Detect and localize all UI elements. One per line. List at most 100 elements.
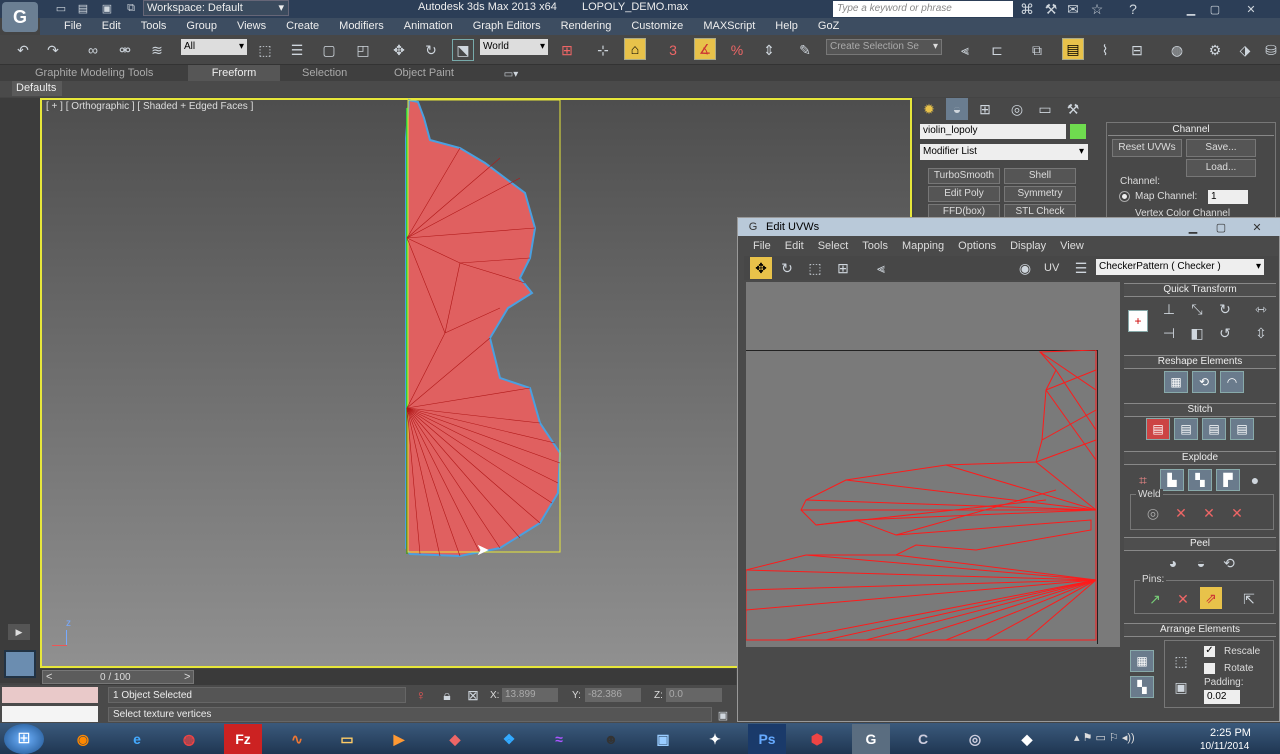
rotate-icon[interactable]: ↻ <box>420 39 442 61</box>
uvw-minimize-icon[interactable]: ▁ <box>1182 216 1204 238</box>
explode-header[interactable]: Explode <box>1124 451 1276 465</box>
app-taskbar-icon[interactable]: ◆ <box>436 724 474 754</box>
space-vertical-icon[interactable]: ⇳ <box>1250 322 1272 344</box>
pack-together-icon[interactable]: ▚ <box>1130 676 1154 698</box>
uvw-menu-edit[interactable]: Edit <box>778 240 811 254</box>
stitch-to-target-icon[interactable]: ▤ <box>1146 418 1170 440</box>
align-icon[interactable]: ⊏ <box>986 39 1008 61</box>
peel-header[interactable]: Peel <box>1124 537 1276 551</box>
uvw-pick-texture-icon[interactable]: ☰ <box>1070 257 1092 279</box>
flatten-material-icon[interactable]: ▛ <box>1216 469 1240 491</box>
edit-named-selection-icon[interactable]: ✎ <box>794 39 816 61</box>
select-manipulate-icon[interactable]: ⊹ <box>592 39 614 61</box>
star-icon[interactable]: ☆ <box>1086 0 1108 20</box>
layer-manager-icon[interactable]: ⧉ <box>1026 39 1048 61</box>
uvw-maximize-icon[interactable]: ▢ <box>1210 216 1232 238</box>
user-icon[interactable]: ✉ <box>1062 0 1084 20</box>
stitch-average-icon[interactable]: ▤ <box>1174 418 1198 440</box>
help-icon[interactable]: ? <box>1122 0 1144 20</box>
violin-mesh[interactable] <box>390 98 590 558</box>
modifier-button-edit-poly[interactable]: Edit Poly <box>928 186 1000 202</box>
utilities-tab-icon[interactable]: ⚒ <box>1062 98 1084 120</box>
filezilla-taskbar-icon[interactable]: Fz <box>224 724 262 754</box>
unlink-icon[interactable]: ⚮ <box>114 39 136 61</box>
schematic-view-icon[interactable]: ⊟ <box>1126 39 1148 61</box>
file-explorer-taskbar-icon[interactable]: ▭ <box>328 724 366 754</box>
uvw-menu-mapping[interactable]: Mapping <box>895 240 951 254</box>
menu-item-views[interactable]: Views <box>227 19 276 35</box>
texture-dropdown[interactable]: CheckerPattern ( Checker ) ▾ <box>1096 259 1264 275</box>
binoculars-icon[interactable]: ⌘ <box>1016 0 1038 20</box>
undo-icon[interactable]: ↶ <box>12 39 34 61</box>
object-color-swatch[interactable] <box>1070 124 1086 139</box>
save-file-icon[interactable]: ▣ <box>96 0 118 16</box>
uvw-rotate-icon[interactable]: ↻ <box>776 257 798 279</box>
tab-graphite-modeling-tools[interactable]: Graphite Modeling Tools <box>35 67 153 79</box>
material-editor-icon[interactable]: ◍ <box>1166 39 1188 61</box>
motion-tab-icon[interactable]: ◎ <box>1006 98 1028 120</box>
uvw-menu-select[interactable]: Select <box>811 240 856 254</box>
time-next-icon[interactable]: > <box>184 671 190 683</box>
menu-item-maxscript[interactable]: MAXScript <box>693 19 765 35</box>
workspace-dropdown[interactable]: Workspace: Default ▾ <box>143 0 289 16</box>
quick-transform-center-icon[interactable]: + <box>1128 310 1148 332</box>
clock-time[interactable]: 2:25 PM <box>1210 727 1251 739</box>
map-channel-spinner[interactable]: 1 <box>1208 190 1248 204</box>
pivot-icon[interactable]: ⊞ <box>556 39 578 61</box>
graphite-toggle-icon[interactable]: ▤ <box>1062 38 1084 60</box>
app3-taskbar-icon[interactable]: ☻ <box>592 724 630 754</box>
modifier-button-symmetry[interactable]: Symmetry <box>1004 186 1076 202</box>
stitch-header[interactable]: Stitch <box>1124 403 1276 417</box>
app9-taskbar-icon[interactable]: ◆ <box>1008 724 1046 754</box>
reshape-elements-header[interactable]: Reshape Elements <box>1124 355 1276 369</box>
rotate-checkbox[interactable] <box>1204 663 1215 674</box>
move-icon[interactable]: ✥ <box>388 39 410 61</box>
app4-taskbar-icon[interactable]: ▣ <box>644 724 682 754</box>
firefox-taskbar-icon[interactable]: ◉ <box>64 724 102 754</box>
tab-freeform[interactable]: Freeform <box>188 65 280 81</box>
app6-taskbar-icon[interactable]: ⬢ <box>798 724 836 754</box>
quick-transform-header[interactable]: Quick Transform <box>1124 283 1276 297</box>
start-button-icon[interactable]: ⊞ <box>4 724 44 754</box>
uvw-show-map-icon[interactable]: ◉ <box>1014 257 1036 279</box>
app5-taskbar-icon[interactable]: ✦ <box>696 724 734 754</box>
close-icon[interactable]: ✕ <box>1240 0 1262 20</box>
weld-all-icon[interactable]: ✕ <box>1226 502 1248 524</box>
named-selection-dropdown[interactable]: Create Selection Se ▾ <box>826 39 942 55</box>
rescale-checkbox[interactable]: ✓ <box>1204 646 1215 657</box>
stitch-to-source-icon[interactable]: ▤ <box>1202 418 1226 440</box>
select-object-icon[interactable]: ⬚ <box>254 39 276 61</box>
project-icon[interactable]: ⧉ <box>120 0 142 16</box>
search-input[interactable]: Type a keyword or phrase <box>833 1 1013 17</box>
maxscript-listener[interactable] <box>4 650 36 678</box>
photoshop-taskbar-icon[interactable]: Ps <box>748 724 786 754</box>
relax-settings-icon[interactable]: ◠ <box>1220 371 1244 393</box>
edit-pins-icon[interactable]: ↗ <box>1144 588 1166 610</box>
weld-allsel-icon[interactable]: ✕ <box>1198 502 1220 524</box>
uv-islands[interactable] <box>746 350 1098 644</box>
menu-item-edit[interactable]: Edit <box>92 19 131 35</box>
channel-title[interactable]: Channel <box>1108 124 1274 136</box>
selection-filter-dropdown[interactable]: All ▾ <box>181 39 247 55</box>
dropbox-taskbar-icon[interactable]: ❖ <box>490 724 528 754</box>
menu-item-goz[interactable]: GoZ <box>808 19 849 35</box>
display-tab-icon[interactable]: ▭ <box>1034 98 1056 120</box>
scale-icon[interactable]: ⬔ <box>452 39 474 61</box>
media-player-taskbar-icon[interactable]: ▶ <box>380 724 418 754</box>
y-coord-field[interactable]: -82.386 <box>585 688 641 702</box>
quick-peel-icon[interactable]: ◕ <box>1162 552 1184 574</box>
break-icon[interactable]: ⌗ <box>1132 469 1154 491</box>
modify-tab-icon[interactable]: ◒ <box>946 98 968 120</box>
uv-label[interactable]: UV <box>1044 262 1059 274</box>
align-diagonal-icon[interactable]: ⤡ <box>1186 298 1208 320</box>
reference-coordinate-dropdown[interactable]: World ▾ <box>480 39 548 55</box>
clock-date[interactable]: 10/11/2014 <box>1200 741 1249 752</box>
select-by-name-icon[interactable]: ☰ <box>286 39 308 61</box>
map-channel-radio[interactable] <box>1120 192 1129 201</box>
weld-selected-icon[interactable]: ✕ <box>1170 502 1192 524</box>
straighten-icon[interactable]: ◧ <box>1186 322 1208 344</box>
snaps-toggle-icon[interactable]: 3 <box>662 39 684 61</box>
render-frame-icon[interactable]: ⬗ <box>1234 39 1256 61</box>
app8-taskbar-icon[interactable]: ◎ <box>956 724 994 754</box>
tray-icons[interactable]: ▴ ⚑ ▭ ⚐ ◂)) <box>1074 731 1135 744</box>
